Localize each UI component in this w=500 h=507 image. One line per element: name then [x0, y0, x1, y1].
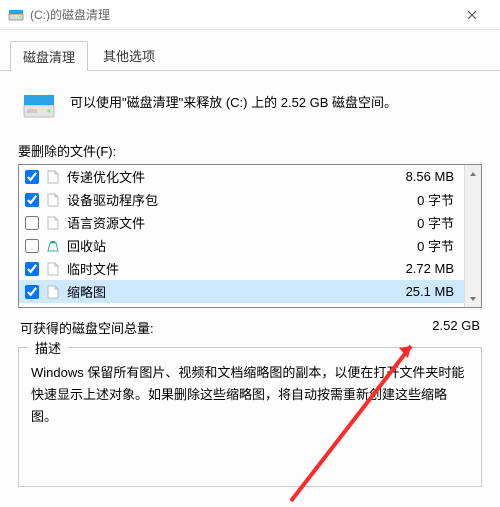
file-row-name: 语言资源文件 [67, 213, 382, 232]
file-row-checkbox[interactable] [25, 170, 39, 184]
file-list-row[interactable]: 缩略图 25.1 MB [19, 280, 464, 303]
description-group: 描述 Windows 保留所有图片、视频和文档缩略图的副本，以便在打开文件夹时能… [18, 347, 482, 487]
file-list-row[interactable]: 临时文件 2.72 MB [19, 257, 464, 280]
window-title: (C:)的磁盘清理 [30, 6, 452, 23]
tab-disk-cleanup[interactable]: 磁盘清理 [10, 41, 88, 71]
close-button[interactable] [452, 1, 492, 29]
file-icon [45, 192, 61, 208]
file-icon [45, 284, 61, 300]
intro-row: 可以使用"磁盘清理"来释放 (C:) 上的 2.52 GB 磁盘空间。 [22, 89, 478, 123]
file-list-row[interactable]: 回收站 0 字节 [19, 234, 464, 257]
file-row-checkbox[interactable] [25, 193, 39, 207]
file-list-row[interactable]: 语言资源文件 0 字节 [19, 211, 464, 234]
recycle-bin-icon [45, 238, 61, 254]
file-icon [45, 169, 61, 185]
total-space-label: 可获得的磁盘空间总量: [20, 318, 154, 337]
file-row-name: 设备驱动程序包 [67, 190, 382, 209]
description-text: Windows 保留所有图片、视频和文档缩略图的副本，以便在打开文件夹时能快速显… [31, 362, 469, 428]
title-bar: (C:)的磁盘清理 [0, 0, 500, 30]
file-row-name: 临时文件 [67, 259, 382, 278]
file-icon [45, 215, 61, 231]
file-row-size: 0 字节 [388, 213, 458, 232]
scroll-up-button[interactable] [465, 165, 481, 182]
file-row-size: 25.1 MB [388, 284, 458, 299]
file-row-name: 缩略图 [67, 282, 382, 301]
intro-text: 可以使用"磁盘清理"来释放 (C:) 上的 2.52 GB 磁盘空间。 [70, 89, 397, 114]
files-to-delete-list: 传递优化文件8.56 MB设备驱动程序包0 字节语言资源文件0 字节回收站0 字… [18, 164, 482, 308]
drive-icon [8, 7, 24, 23]
file-row-name: 传递优化文件 [67, 167, 382, 186]
file-row-checkbox[interactable] [25, 239, 39, 253]
file-row-checkbox[interactable] [25, 285, 39, 299]
scroll-down-button[interactable] [465, 290, 481, 307]
scrollbar[interactable] [464, 165, 481, 307]
file-icon [45, 261, 61, 277]
tab-bar: 磁盘清理 其他选项 [0, 36, 500, 71]
tab-other-options[interactable]: 其他选项 [90, 40, 168, 70]
file-list-row[interactable]: 传递优化文件 8.56 MB [19, 165, 464, 188]
drive-icon-large [22, 89, 56, 123]
file-list-row[interactable]: 设备驱动程序包 0 字节 [19, 188, 464, 211]
files-to-delete-label: 要删除的文件(F): [18, 141, 482, 160]
file-row-checkbox[interactable] [25, 262, 39, 276]
total-space-value: 2.52 GB [432, 318, 480, 337]
total-space-row: 可获得的磁盘空间总量: 2.52 GB [20, 318, 480, 337]
file-row-size: 0 字节 [388, 190, 458, 209]
file-row-size: 0 字节 [388, 236, 458, 255]
description-legend: 描述 [29, 338, 67, 357]
file-row-size: 2.72 MB [388, 261, 458, 276]
file-row-size: 8.56 MB [388, 169, 458, 184]
file-row-name: 回收站 [67, 236, 382, 255]
file-row-checkbox[interactable] [25, 216, 39, 230]
